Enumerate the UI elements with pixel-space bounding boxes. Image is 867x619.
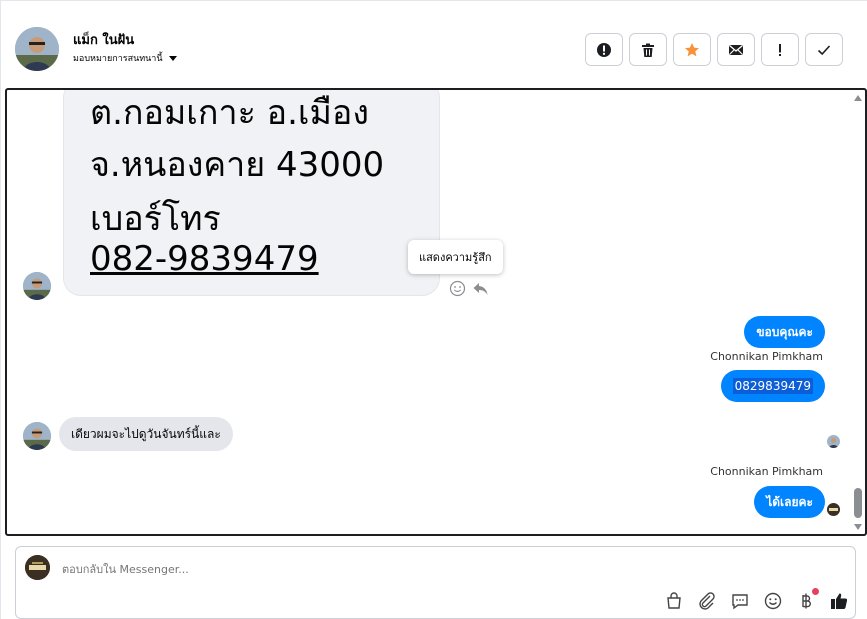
thread-scrollbar[interactable] [851,90,865,534]
saved-replies-icon[interactable] [730,591,750,611]
conversation-toolbar [585,33,843,66]
trash-icon [642,43,654,57]
conversation-header: แม็ก ในฝัน มอบหมายการสนทนานี้ [1,0,867,86]
scroll-up-arrow-icon[interactable] [854,95,862,101]
contact-name[interactable]: แม็ก ในฝัน [73,29,134,50]
thumbs-up-icon[interactable] [829,591,849,611]
outgoing-message[interactable]: 0829839479 [720,370,825,402]
outgoing-message[interactable]: ได้เลยคะ [754,486,825,518]
check-icon [817,44,831,55]
composer-toolbar [664,588,849,611]
phone-number-link[interactable]: 082-9839479 [90,239,319,279]
message-thread[interactable]: ต.กอมเกาะ อ.เมือง จ.หนองคาย 43000 เบอร์โ… [5,88,867,536]
caret-down-icon [168,55,177,61]
notification-dot [812,588,819,595]
paperclip-icon[interactable] [697,591,717,611]
outgoing-message[interactable]: ขอบคุณคะ [744,316,825,348]
address-line: เบอร์โทร [90,199,221,239]
alert-circle-icon [597,42,611,57]
reaction-tooltip: แสดงความรู้สึก [408,240,503,274]
reply-composer [15,546,856,619]
address-line: จ.หนองคาย 43000 [90,145,385,185]
page-read-receipt-avatar [827,503,840,516]
payment-baht-icon[interactable] [796,588,819,611]
envelope-icon [729,44,743,55]
spam-button[interactable] [585,33,623,66]
sender-name: Chonnikan Pimkham [710,465,823,478]
read-receipt-avatar [827,435,840,448]
star-icon [685,42,699,56]
contact-avatar-small[interactable] [23,272,51,300]
inbox-conversation: แม็ก ในฝัน มอบหมายการสนทนานี้ ต.กอมเกาะ … [0,0,867,619]
scroll-thumb[interactable] [854,488,862,518]
incoming-message[interactable]: เดียวผมจะไปดูวันจันทร์นี้และ [59,417,233,451]
sender-name: Chonnikan Pimkham [710,350,823,363]
star-button[interactable] [673,33,711,66]
shopping-bag-icon[interactable] [664,591,684,611]
exclamation-icon [779,43,781,56]
follow-up-button[interactable] [761,33,799,66]
scroll-down-arrow-icon[interactable] [854,524,862,530]
contact-avatar-small[interactable] [23,422,51,450]
reply-input[interactable] [62,563,762,576]
assign-conversation-dropdown[interactable]: มอบหมายการสนทนานี้ [73,51,177,65]
assign-label: มอบหมายการสนทนานี้ [73,54,163,64]
smiley-reaction-icon[interactable] [449,280,466,297]
delete-button[interactable] [629,33,667,66]
page-avatar [25,555,50,580]
mark-done-button[interactable] [805,33,843,66]
reply-icon[interactable] [472,280,489,297]
contact-avatar[interactable] [15,27,59,71]
address-line: ต.กอมเกาะ อ.เมือง [90,93,369,133]
incoming-address-message[interactable]: ต.กอมเกาะ อ.เมือง จ.หนองคาย 43000 เบอร์โ… [63,90,440,296]
selected-text: 0829839479 [732,378,813,394]
emoji-icon[interactable] [763,591,783,611]
message-actions [449,280,489,297]
mark-unread-button[interactable] [717,33,755,66]
